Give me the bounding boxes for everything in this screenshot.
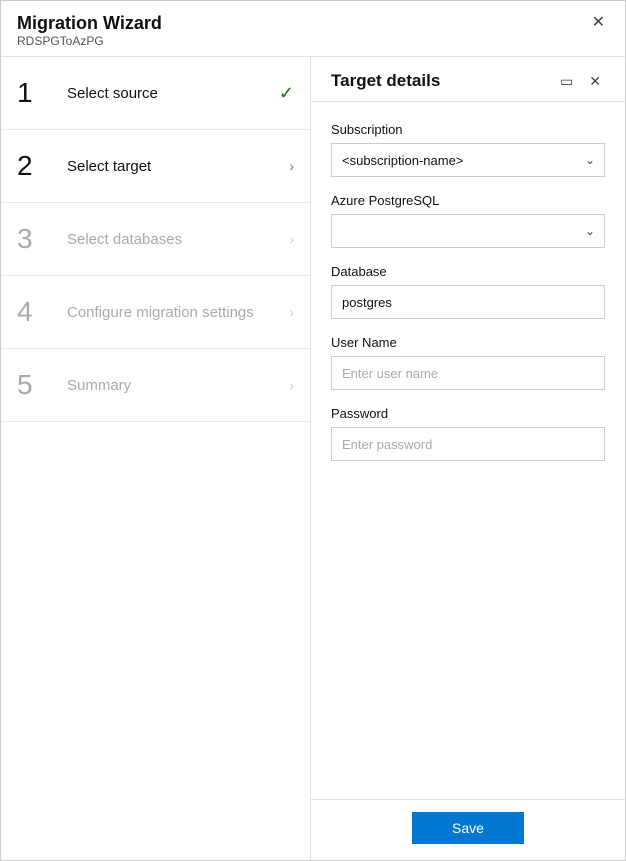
step-4[interactable]: 4 Configure migration settings ›	[1, 276, 310, 349]
step-5[interactable]: 5 Summary ›	[1, 349, 310, 422]
step-1-number: 1	[17, 79, 53, 107]
right-panel-body: Subscription <subscription-name> ⌄ Azure…	[311, 102, 625, 799]
step-1-check-icon: ✓	[279, 83, 294, 104]
step-5-number: 5	[17, 371, 53, 399]
azure-postgresql-select-wrapper: ⌄	[331, 214, 605, 248]
azure-postgresql-field-group: Azure PostgreSQL ⌄	[331, 193, 605, 248]
subscription-select-wrapper: <subscription-name> ⌄	[331, 143, 605, 177]
step-5-chevron-icon: ›	[289, 377, 294, 393]
content-area: 1 Select source ✓ 2 Select target › 3 Se…	[1, 57, 625, 860]
right-panel-close-button[interactable]: ✕	[585, 72, 605, 90]
database-field-group: Database	[331, 264, 605, 319]
step-2-chevron-icon: ›	[289, 158, 294, 174]
step-2-number: 2	[17, 152, 53, 180]
right-panel-footer: Save	[311, 799, 625, 860]
step-4-label: Configure migration settings	[67, 304, 281, 321]
migration-wizard-window: Migration Wizard RDSPGToAzPG ✕ 1 Select …	[0, 0, 626, 861]
step-3-chevron-icon: ›	[289, 231, 294, 247]
azure-postgresql-select[interactable]	[331, 214, 605, 248]
step-3-number: 3	[17, 225, 53, 253]
right-panel-title: Target details	[331, 71, 440, 91]
step-1[interactable]: 1 Select source ✓	[1, 57, 310, 130]
database-input[interactable]	[331, 285, 605, 319]
right-panel-header: Target details ▭ ✕	[311, 57, 625, 102]
right-header-icons: ▭ ✕	[556, 72, 605, 90]
username-field-group: User Name	[331, 335, 605, 390]
step-5-label: Summary	[67, 377, 281, 394]
steps-filler	[1, 422, 310, 860]
step-3-label: Select databases	[67, 231, 281, 248]
subscription-field-group: Subscription <subscription-name> ⌄	[331, 122, 605, 177]
maximize-button[interactable]: ▭	[556, 72, 577, 90]
database-label: Database	[331, 264, 605, 279]
step-2-label: Select target	[67, 158, 281, 175]
step-4-number: 4	[17, 298, 53, 326]
subscription-label: Subscription	[331, 122, 605, 137]
subscription-select[interactable]: <subscription-name>	[331, 143, 605, 177]
window-subtitle: RDSPGToAzPG	[17, 34, 162, 48]
title-bar: Migration Wizard RDSPGToAzPG ✕	[1, 1, 625, 57]
password-label: Password	[331, 406, 605, 421]
username-input[interactable]	[331, 356, 605, 390]
step-4-chevron-icon: ›	[289, 304, 294, 320]
window-title: Migration Wizard	[17, 13, 162, 34]
password-field-group: Password	[331, 406, 605, 461]
window-close-button[interactable]: ✕	[588, 13, 609, 33]
azure-postgresql-label: Azure PostgreSQL	[331, 193, 605, 208]
step-2[interactable]: 2 Select target ›	[1, 130, 310, 203]
right-panel: Target details ▭ ✕ Subscription <subscri…	[311, 57, 625, 860]
username-label: User Name	[331, 335, 605, 350]
step-3[interactable]: 3 Select databases ›	[1, 203, 310, 276]
password-input[interactable]	[331, 427, 605, 461]
steps-panel: 1 Select source ✓ 2 Select target › 3 Se…	[1, 57, 311, 860]
step-1-label: Select source	[67, 85, 271, 102]
title-bar-left: Migration Wizard RDSPGToAzPG	[17, 13, 162, 48]
save-button[interactable]: Save	[412, 812, 524, 844]
